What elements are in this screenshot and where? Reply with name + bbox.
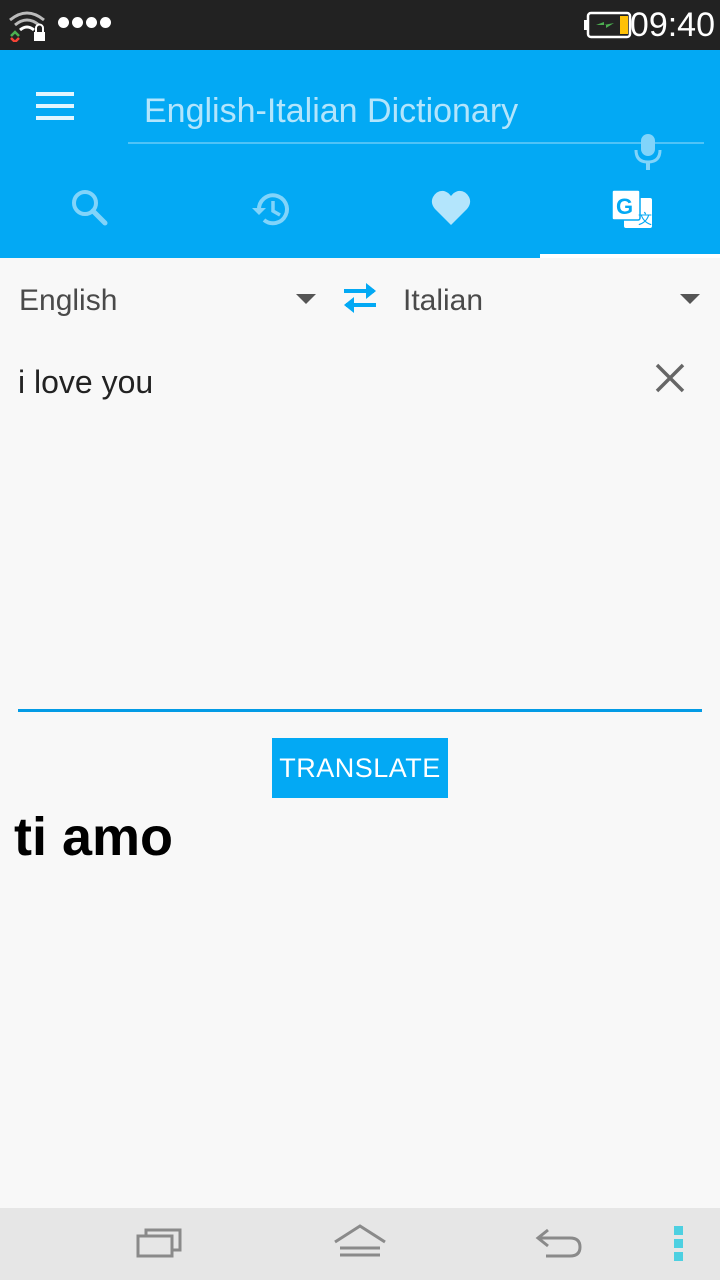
input-underline [18, 709, 702, 712]
svg-text:文: 文 [638, 212, 652, 228]
translation-result: ti amo [14, 807, 174, 867]
battery-charging-icon [584, 11, 632, 39]
source-text-input[interactable]: i love you [18, 350, 638, 690]
target-language-label: Italian [403, 284, 484, 317]
tab-search[interactable] [0, 170, 180, 258]
app-bar: G 文 [0, 50, 720, 258]
chevron-down-icon [680, 294, 700, 304]
search-icon [72, 190, 108, 226]
chevron-down-icon [296, 294, 316, 304]
navigation-bar [0, 1208, 720, 1280]
signal-dots-icon [58, 17, 111, 28]
microphone-icon[interactable] [632, 132, 664, 172]
close-icon[interactable] [652, 360, 688, 396]
tab-favorites[interactable] [360, 170, 540, 258]
history-icon [252, 193, 289, 226]
target-language-select[interactable]: Italian [384, 258, 720, 344]
translate-button[interactable]: TRANSLATE [272, 738, 448, 798]
heart-icon [431, 190, 471, 225]
hamburger-menu-icon [36, 92, 74, 96]
source-language-select[interactable]: English [0, 258, 330, 344]
search-input[interactable] [144, 88, 614, 134]
search-box[interactable] [128, 80, 704, 144]
back-icon[interactable] [534, 1222, 586, 1262]
language-row: English Italian [0, 258, 720, 344]
tab-history[interactable] [180, 170, 360, 258]
google-translate-icon: G 文 [611, 189, 652, 228]
home-icon[interactable] [332, 1222, 388, 1262]
wifi-icon [9, 11, 45, 42]
status-bar: 09:40 [0, 0, 720, 50]
source-language-label: English [19, 284, 118, 317]
swap-languages-icon[interactable] [338, 280, 382, 316]
recents-icon[interactable] [134, 1222, 186, 1262]
more-icon[interactable] [674, 1226, 683, 1265]
menu-button[interactable] [36, 92, 76, 122]
tab-translate[interactable]: G 文 [540, 170, 720, 258]
svg-text:G: G [616, 194, 633, 219]
status-time: 09:40 [629, 6, 715, 44]
